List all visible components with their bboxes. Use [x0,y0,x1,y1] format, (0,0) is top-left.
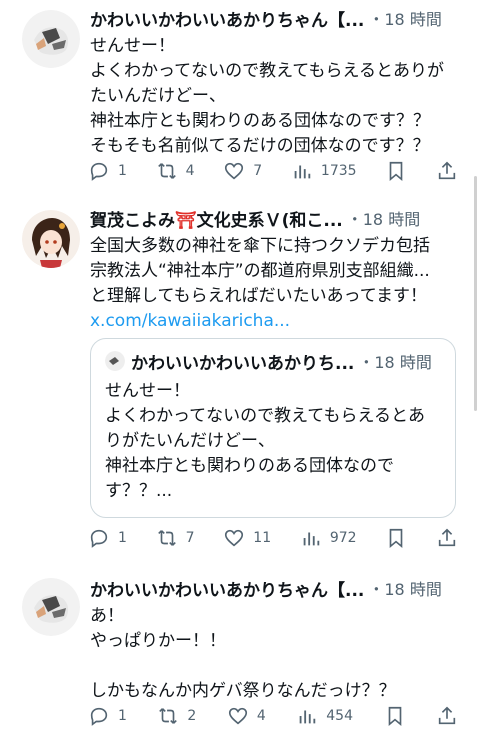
display-name-suffix: 文化史系Ｖ(和こ... [196,210,343,231]
tweet-3[interactable]: かわいいかわいいあかりちゃん【... ・18 時間 あ！ やっぱりかー！！ しか… [0,568,480,740]
repost-icon [157,530,176,546]
scrollbar[interactable] [474,176,477,411]
repost-count: 2 [187,708,197,724]
views-button[interactable]: 1735 [291,160,357,182]
like-count: 4 [256,708,266,724]
like-count: 11 [253,530,272,546]
tweet-link[interactable]: x.com/kawaiiakaricha... [90,309,458,334]
tweet-line: あ！ [90,606,124,626]
views-count: 1735 [320,163,357,179]
reply-icon [90,707,108,726]
avatar[interactable] [22,210,80,268]
tweet-line: 全国大多数の神社を傘下に持つクソデカ包括 [90,236,430,256]
display-name[interactable]: かわいいかわいいあかりちゃん【... [90,6,364,31]
tweet-header: かわいいかわいいあかりちゃん【... ・18 時間 [90,6,458,31]
tweet-actions: 1 7 11 972 [88,526,458,550]
quoted-avatar [105,351,125,371]
tweet-line: よくわかってないので教えてもらえるとありが [90,61,444,81]
reply-count: 1 [118,530,127,546]
share-button[interactable] [436,160,458,182]
like-button[interactable]: 11 [223,527,271,549]
bookmark-icon [389,161,403,182]
views-count: 454 [326,708,353,724]
reply-count: 1 [118,708,127,724]
repost-icon [157,163,176,179]
quoted-line: りがたいんだけどー、 [105,431,275,451]
like-count: 7 [253,163,263,179]
bookmark-icon [388,706,401,727]
quoted-tweet[interactable]: かわいいかわいいあかりち... ・18 時間 せんせー！ よくわかってないので教… [90,338,456,518]
share-icon [438,528,456,547]
views-button[interactable]: 972 [300,527,357,549]
tweet-line: そもそも名前似てるだけの団体なのです？？ [90,136,430,156]
quoted-timestamp: ・18 時間 [358,353,432,372]
quoted-display-name: かわいいかわいいあかりち... [131,353,355,374]
tweet-text: せんせー！ よくわかってないので教えてもらえるとありが たいんだけどー、 神社本… [90,34,458,159]
quoted-line: す？？... [105,481,173,501]
repost-count: 7 [185,530,195,546]
tweet-text: 全国大多数の神社を傘下に持つクソデカ包括 宗教法人“神社本庁”の都道府県別支部組… [90,234,458,334]
reply-count: 1 [118,163,127,179]
timestamp[interactable]: ・18 時間 [368,576,441,600]
tweet-2[interactable]: 賀茂こよみ⛩文化史系Ｖ(和こ... ・18 時間 全国大多数の神社を傘下に持つク… [0,198,480,568]
bookmark-button[interactable] [384,705,406,727]
tweet-actions: 1 4 7 1735 [88,159,458,183]
views-icon [299,710,316,724]
display-name[interactable]: かわいいかわいいあかりちゃん【... [90,576,364,601]
share-button[interactable] [436,705,458,727]
reply-button[interactable]: 1 [88,527,127,549]
like-icon [228,707,247,725]
tweet-actions: 1 2 4 454 [88,704,458,728]
avatar[interactable] [22,10,80,68]
timestamp[interactable]: ・18 時間 [368,6,441,30]
share-button[interactable] [436,527,458,549]
reply-button[interactable]: 1 [88,705,127,727]
tweet-line: やっぱりかー！！ [90,631,226,651]
quoted-tweet-header: かわいいかわいいあかりち... ・18 時間 [105,349,441,374]
repost-button[interactable]: 2 [157,705,196,727]
tweet-header: 賀茂こよみ⛩文化史系Ｖ(和こ... ・18 時間 [90,206,458,231]
quoted-line: よくわかってないので教えてもらえるとあ [105,406,425,426]
tweet-line: しかもなんか内ゲバ祭りなんだっけ？？ [90,681,396,701]
repost-count: 4 [185,163,195,179]
views-button[interactable]: 454 [296,705,353,727]
bookmark-icon [389,528,403,549]
tweet-line: たいんだけどー、 [90,86,226,106]
tweet-line: と理解してもらえればだいたいあってます！ [90,286,427,306]
repost-button[interactable]: 7 [156,527,195,549]
views-count: 972 [329,530,357,546]
share-icon [438,161,456,180]
like-button[interactable]: 4 [227,705,266,727]
torii-icon: ⛩ [175,210,197,231]
repost-button[interactable]: 4 [156,160,195,182]
reply-icon [90,529,108,548]
reply-icon [90,162,108,181]
like-button[interactable]: 7 [223,160,262,182]
like-icon [225,162,244,180]
views-icon [294,165,311,179]
like-icon [225,529,244,547]
reply-button[interactable]: 1 [88,160,127,182]
tweet-1[interactable]: かわいいかわいいあかりちゃん【... ・18 時間 せんせー！ よくわかってない… [0,0,480,190]
quoted-line: 神社本庁とも関わりのある団体なので [105,456,394,476]
quoted-line: せんせー！ [105,381,190,401]
tweet-line: 神社本庁とも関わりのある団体なのです？？ [90,111,430,131]
tweet-line: 宗教法人“神社本庁”の都道府県別支部組織... [90,261,430,281]
tweet-text: あ！ やっぱりかー！！ しかもなんか内ゲバ祭りなんだっけ？？ [90,604,458,704]
repost-icon [159,708,178,724]
avatar[interactable] [22,578,80,636]
timestamp[interactable]: ・18 時間 [347,206,420,230]
tweet-line: せんせー！ [90,36,175,56]
bookmark-button[interactable] [385,527,407,549]
bookmark-button[interactable] [385,160,407,182]
tweet-header: かわいいかわいいあかりちゃん【... ・18 時間 [90,576,458,601]
views-icon [303,532,320,546]
display-name[interactable]: 賀茂こよみ⛩文化史系Ｖ(和こ... [90,206,343,231]
share-icon [438,706,456,725]
quoted-tweet-text: せんせー！ よくわかってないので教えてもらえるとあ りがたいんだけどー、 神社本… [105,379,441,504]
display-name-prefix: 賀茂こよみ [90,210,175,231]
